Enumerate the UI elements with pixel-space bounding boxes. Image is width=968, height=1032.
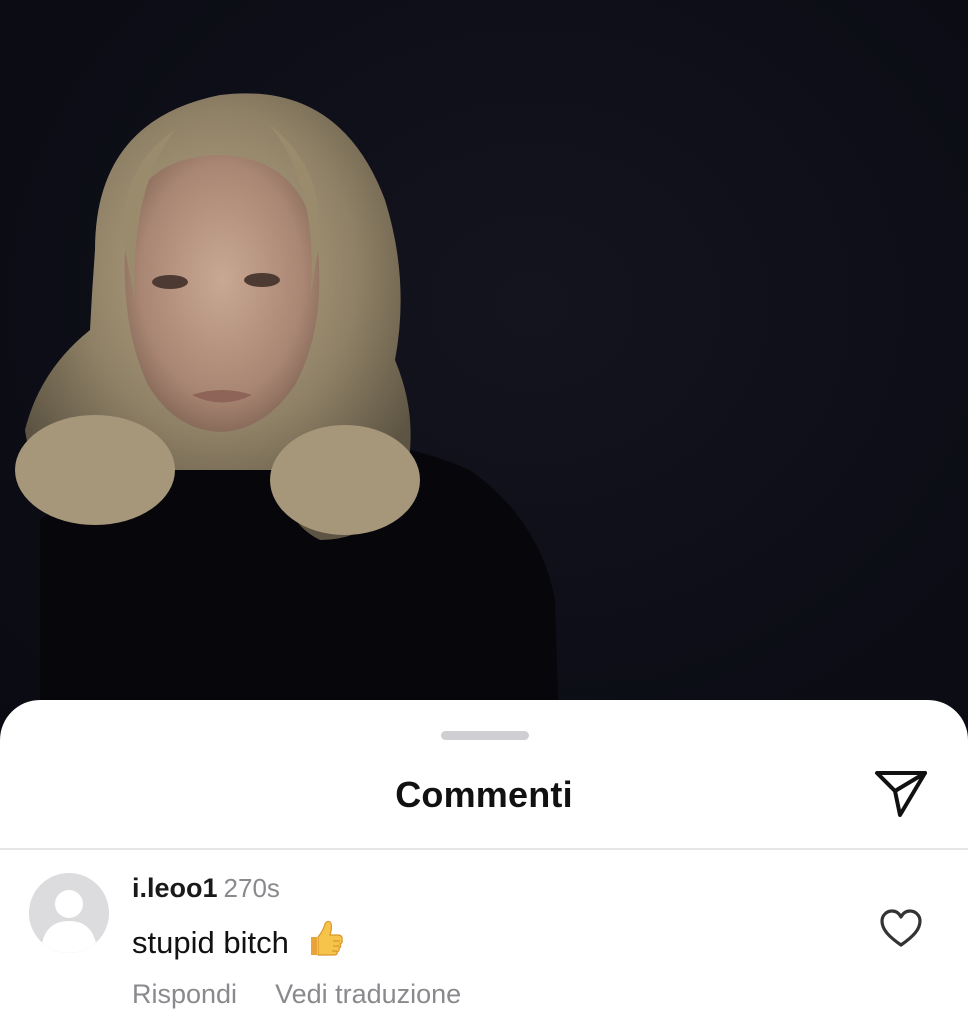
share-button[interactable] <box>870 768 930 820</box>
portrait-image <box>15 93 560 760</box>
sheet-drag-handle[interactable] <box>441 731 529 740</box>
avatar[interactable] <box>29 873 109 953</box>
see-translation-button[interactable]: Vedi traduzione <box>275 979 461 1009</box>
comment-timestamp: 270s <box>223 873 280 903</box>
reply-button[interactable]: Rispondi <box>132 979 237 1009</box>
comment-item: i.leoo1 270s stupid bitch Rispondi Vedi tr… <box>0 850 968 1032</box>
post-photo[interactable] <box>0 0 968 760</box>
paper-plane-icon <box>875 771 927 817</box>
comment-text: stupid bitch <box>132 925 289 960</box>
like-comment-button[interactable] <box>878 906 924 950</box>
comments-sheet: Commenti i.leoo1 270s stupid bitch Rispo… <box>0 700 968 1032</box>
thumbs-up-emoji-icon <box>305 919 345 967</box>
sheet-title: Commenti <box>395 774 573 815</box>
screen: Commenti i.leoo1 270s stupid bitch Rispo… <box>0 0 968 1032</box>
default-avatar-icon <box>29 873 109 953</box>
comment-username[interactable]: i.leoo1 <box>132 873 218 903</box>
comment-actions: Rispondi Vedi traduzione <box>132 979 461 1010</box>
comment-body: stupid bitch <box>132 919 345 967</box>
comment-header: i.leoo1 270s <box>132 873 280 904</box>
heart-outline-icon <box>880 909 922 947</box>
